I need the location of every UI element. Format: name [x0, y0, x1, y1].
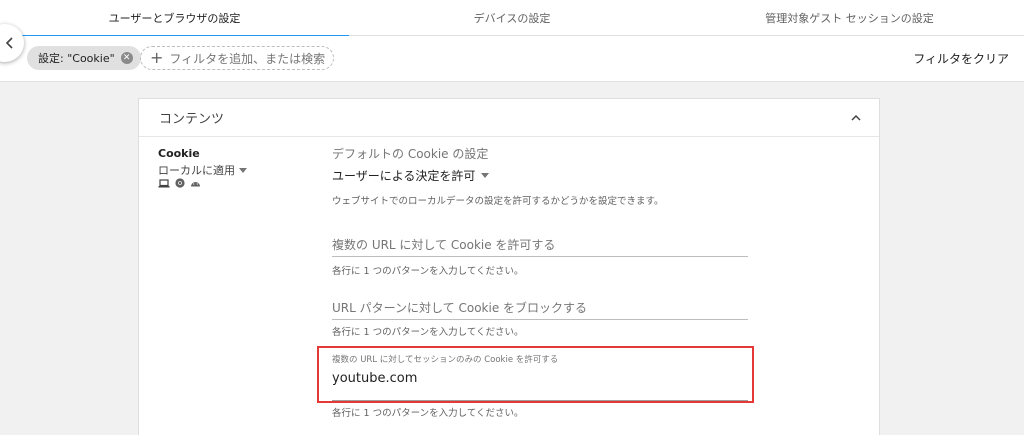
block-urls-field[interactable]: URL パターンに対して Cookie をブロックする: [332, 299, 748, 320]
android-icon: [191, 182, 200, 187]
add-filter-placeholder: フィルタを追加、または検索: [169, 51, 326, 66]
chrome-icon: [175, 178, 185, 188]
filter-bar: 設定: "Cookie" ✕ + フィルタを追加、または検索 フィルタをクリア: [0, 36, 1024, 82]
plus-icon: +: [150, 48, 164, 67]
scope-selector[interactable]: ローカルに適用: [158, 162, 247, 178]
dropdown-arrow-icon: [481, 173, 490, 178]
allow-urls-hint: 各行に 1 つのパターンを入力してください。: [332, 266, 524, 277]
card-title: コンテンツ: [159, 112, 225, 127]
card-header[interactable]: コンテンツ: [139, 99, 879, 137]
dropdown-arrow-icon: [239, 167, 247, 173]
setting-name: Cookie: [158, 147, 200, 160]
scope-label: ローカルに適用: [158, 164, 235, 177]
default-cookie-description: ウェブサイトでのローカルデータの設定を許可するかどうかを設定できます。: [332, 196, 664, 207]
allow-urls-field[interactable]: 複数の URL に対して Cookie を許可する: [332, 236, 748, 257]
tab-managed-guest-session-settings[interactable]: 管理対象ゲスト セッションの設定: [675, 0, 1024, 36]
session-only-urls-hint: 各行に 1 つのパターンを入力してください。: [332, 408, 524, 419]
filter-chip-label: 設定: "Cookie": [38, 52, 115, 65]
allow-urls-placeholder: 複数の URL に対して Cookie を許可する: [332, 238, 556, 252]
tab-bar: ユーザーとブラウザの設定 デバイスの設定 管理対象ゲスト セッションの設定: [0, 0, 1024, 37]
chevron-up-icon[interactable]: [851, 113, 861, 123]
platform-icons: [158, 178, 201, 188]
filter-chip[interactable]: 設定: "Cookie" ✕: [27, 46, 141, 70]
block-urls-hint: 各行に 1 つのパターンを入力してください。: [332, 327, 524, 338]
highlight-box: [317, 346, 754, 403]
default-cookie-select[interactable]: ユーザーによる決定を許可: [332, 167, 490, 184]
default-cookie-label: デフォルトの Cookie の設定: [332, 147, 489, 161]
add-filter-input[interactable]: + フィルタを追加、または検索: [140, 46, 334, 70]
close-circle-icon[interactable]: ✕: [120, 52, 133, 64]
default-cookie-value: ユーザーによる決定を許可: [332, 169, 476, 183]
laptop-icon: [158, 178, 170, 187]
tab-user-browser-settings[interactable]: ユーザーとブラウザの設定: [0, 0, 349, 37]
clear-filter-button[interactable]: フィルタをクリア: [913, 50, 1009, 67]
tab-device-settings[interactable]: デバイスの設定: [349, 0, 675, 36]
block-urls-placeholder: URL パターンに対して Cookie をブロックする: [332, 301, 588, 315]
